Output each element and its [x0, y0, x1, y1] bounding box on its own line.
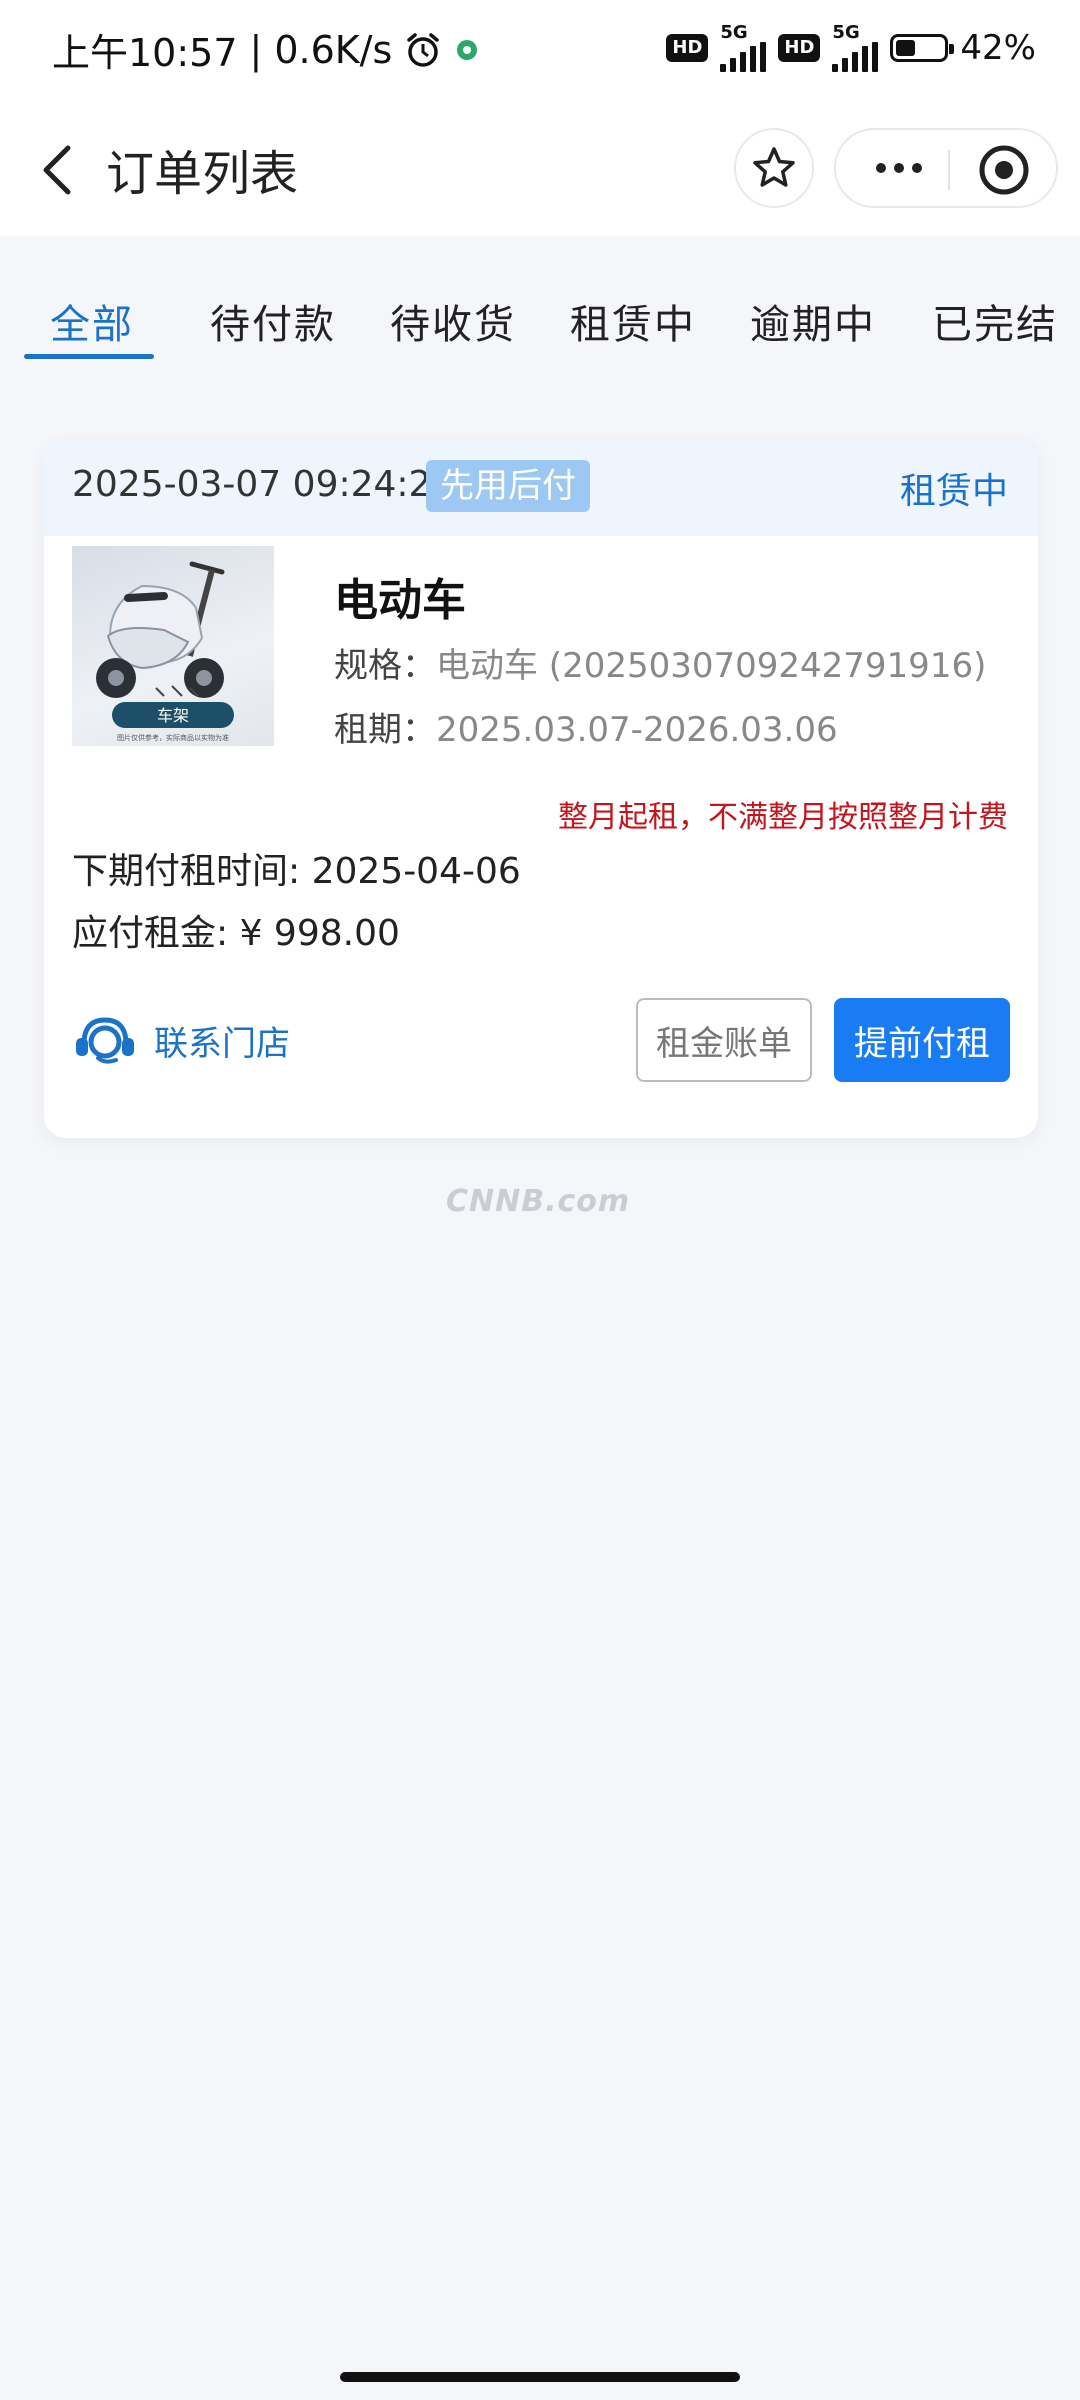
term-label: 租期： [334, 710, 436, 750]
favorite-button[interactable] [734, 128, 814, 208]
tab-overdue[interactable]: 逾期中 [750, 292, 876, 350]
signal-1-label: 5G [720, 22, 748, 43]
order-tabs: 全部 待付款 待收货 租赁中 逾期中 已完结 [0, 236, 1080, 376]
tab-all[interactable]: 全部 [50, 292, 134, 350]
miniprogram-capsule [834, 128, 1058, 208]
product-image: 车架 图片仅供参考，实际商品以实物为准 [72, 546, 274, 746]
signal-2-label: 5G [832, 22, 860, 43]
battery-icon [890, 34, 955, 62]
hd-badge-2: HD [778, 34, 821, 62]
hd-badge-1: HD [666, 34, 709, 62]
next-payment-date: 下期付租时间: 2025-04-06 [72, 851, 521, 892]
status-bar: 上午10:57 | 0.6K/s HD 5G HD 5G 42% [0, 0, 1080, 100]
signal-bars-2-icon [832, 42, 879, 72]
amount-due: 应付租金: ¥ 998.00 [72, 913, 400, 954]
rent-bill-button[interactable]: 租金账单 [636, 998, 812, 1082]
status-right: HD 5G HD 5G 42% [666, 24, 1036, 72]
headset-icon [76, 1017, 134, 1064]
star-icon [753, 147, 795, 187]
chevron-left-icon[interactable] [32, 140, 82, 200]
status-net-speed: 0.6K/s [274, 27, 393, 72]
watermark-logo: CNNB.com [446, 1184, 631, 1219]
tab-pending-receipt[interactable]: 待收货 [390, 292, 516, 350]
tab-pending-payment[interactable]: 待付款 [210, 292, 336, 350]
app-notification-icon [457, 39, 478, 60]
battery-percent: 42% [960, 28, 1036, 68]
product-spec: 规格：电动车 (2025030709242791916) [334, 638, 986, 687]
status-left: 上午10:57 | 0.6K/s [52, 22, 480, 77]
nav-bar: 订单列表 [0, 100, 1080, 236]
product-image-label: 车架 [157, 706, 189, 725]
order-status: 租赁中 [899, 471, 1008, 512]
status-time: 上午10:57 [52, 31, 238, 75]
order-card[interactable]: 2025-03-07 09:24:27 先用后付 租赁中 车架 图片仅供参考，实… [44, 440, 1038, 1138]
battery-fill [896, 40, 916, 56]
target-icon[interactable] [976, 142, 1032, 198]
billing-notice: 整月起租，不满整月按照整月计费 [558, 800, 1008, 835]
capsule-divider [948, 150, 950, 190]
page-title: 订单列表 [106, 146, 299, 202]
more-dots-icon[interactable] [864, 148, 934, 188]
signal-2: 5G [832, 22, 879, 72]
active-tab-indicator [24, 354, 154, 359]
tab-renting[interactable]: 租赁中 [570, 292, 696, 350]
status-divider: | [249, 27, 263, 72]
alarm-icon [407, 32, 440, 67]
product-name: 电动车 [334, 575, 466, 626]
term-value: 2025.03.07-2026.03.06 [436, 710, 838, 750]
prepay-rent-button[interactable]: 提前付租 [834, 998, 1010, 1082]
home-indicator[interactable] [340, 2372, 740, 2382]
contact-store-label: 联系门店 [154, 1023, 290, 1064]
contact-store-link[interactable]: 联系门店 [72, 1012, 290, 1068]
spec-label: 规格： [334, 646, 436, 686]
order-time: 2025-03-07 09:24:27 [72, 464, 455, 505]
order-card-header: 2025-03-07 09:24:27 先用后付 租赁中 [44, 440, 1038, 536]
spec-value: 电动车 (2025030709242791916) [436, 646, 987, 686]
signal-bars-1-icon [720, 42, 767, 72]
scooter-image: 车架 图片仅供参考，实际商品以实物为准 [96, 561, 234, 742]
pay-later-badge: 先用后付 [426, 460, 590, 512]
product-image-caption: 图片仅供参考，实际商品以实物为准 [117, 733, 229, 742]
rental-term: 租期：2025.03.07-2026.03.06 [334, 702, 838, 751]
signal-1: 5G [720, 22, 767, 72]
tab-completed[interactable]: 已完结 [932, 292, 1058, 350]
